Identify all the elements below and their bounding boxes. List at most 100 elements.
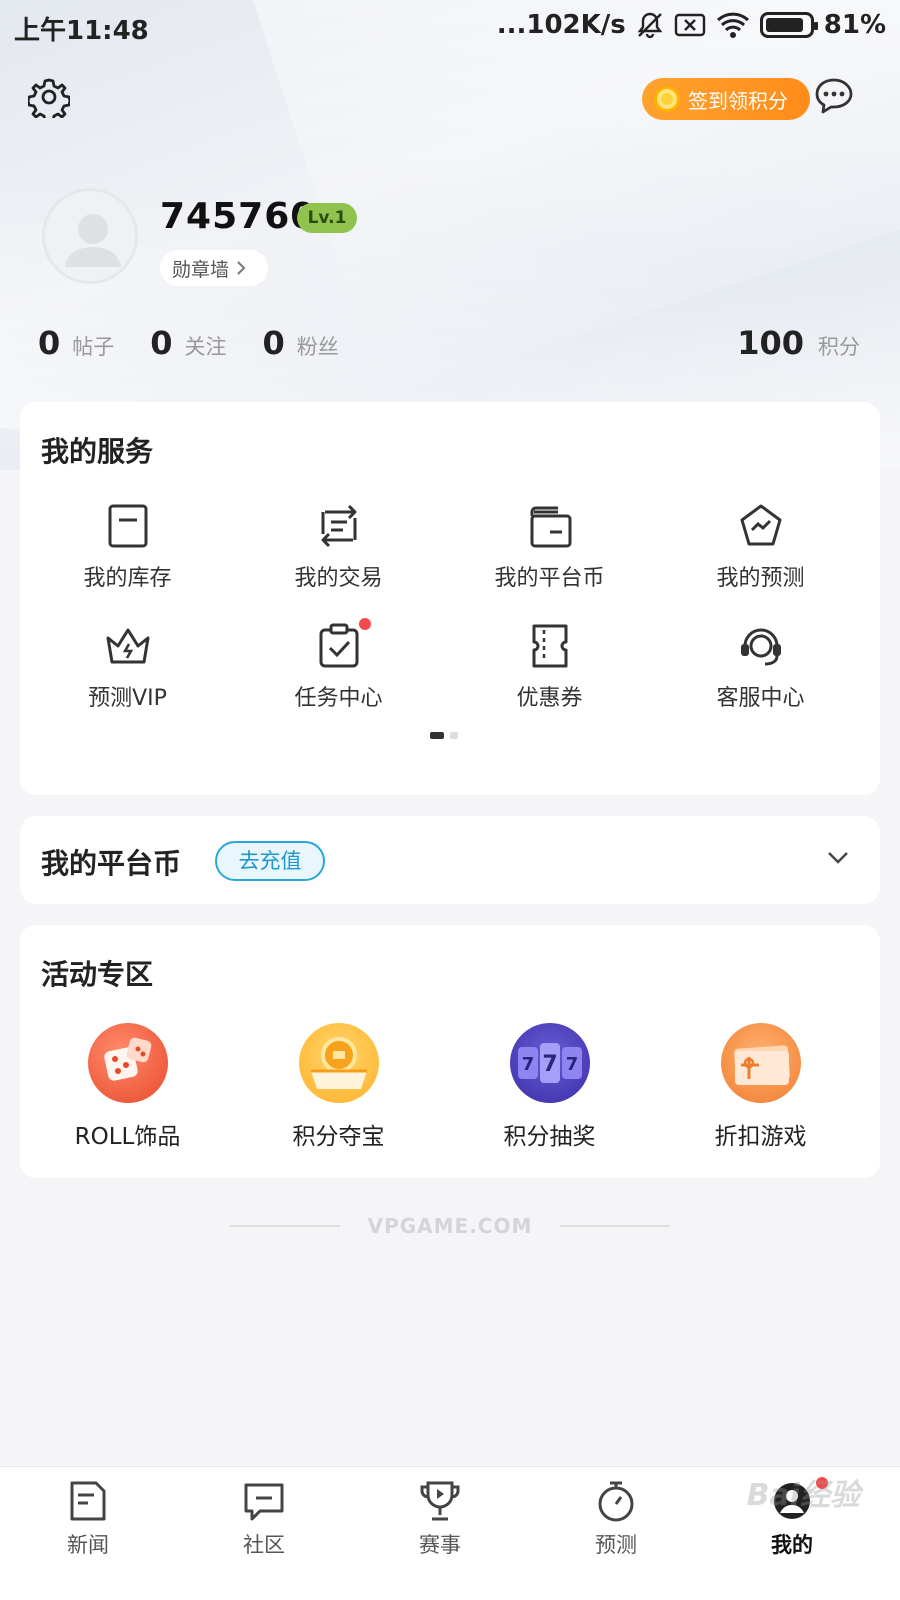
- service-label: 优惠券: [516, 686, 583, 711]
- stopwatch-icon: [598, 1481, 634, 1522]
- dice-icon: [87, 1023, 168, 1103]
- tab-news[interactable]: 新闻: [28, 1479, 148, 1559]
- task-icon: [319, 623, 358, 668]
- stat-value: 0: [150, 324, 173, 362]
- page-dot-active: [430, 732, 444, 739]
- tab-prediction[interactable]: 预测: [556, 1479, 676, 1559]
- checkin-label: 签到领积分: [688, 88, 788, 113]
- chevron-right-icon: [237, 261, 246, 275]
- slot-machine-icon: 777: [509, 1023, 590, 1103]
- inventory-icon: [108, 504, 147, 548]
- coupon-icon: [532, 624, 567, 668]
- wifi-icon: [716, 12, 749, 38]
- gift-card-icon: [720, 1023, 801, 1103]
- prediction-icon: [740, 504, 781, 546]
- message-icon[interactable]: [814, 76, 854, 116]
- news-icon: [70, 1481, 106, 1521]
- stat-value: 0: [262, 324, 285, 362]
- profile-stats: 0 帖子 0 关注 0 粉丝: [38, 324, 375, 362]
- mute-icon: [637, 12, 663, 39]
- svg-text:7: 7: [542, 1052, 557, 1077]
- watermark: Bai经验: [746, 1478, 860, 1513]
- service-label: 预测VIP: [88, 686, 167, 711]
- service-label: 我的平台币: [494, 566, 605, 591]
- stat-following[interactable]: 0 关注: [150, 324, 226, 362]
- tab-label: 新闻: [67, 1533, 109, 1557]
- services-title: 我的服务: [41, 435, 154, 468]
- service-task-center[interactable]: 任务中心: [231, 618, 446, 712]
- status-icons: ...102K/s 81%: [497, 10, 886, 40]
- points-label: 积分: [818, 335, 860, 359]
- crown-icon: [106, 628, 149, 664]
- recharge-button[interactable]: 去充值: [215, 841, 325, 881]
- battery-level: 81%: [823, 10, 886, 40]
- treasure-icon: [298, 1023, 379, 1103]
- services-page-indicator: [430, 732, 458, 739]
- tab-label: 我的: [771, 1533, 813, 1557]
- service-label: 客服中心: [716, 686, 805, 711]
- status-bar: 上午11:48 ...102K/s 81%: [0, 0, 900, 56]
- activity-points-lottery[interactable]: 777 积分抽奖: [442, 1023, 657, 1151]
- service-prediction-vip[interactable]: 预测VIP: [20, 622, 235, 712]
- activity-label: 积分抽奖: [503, 1124, 596, 1150]
- network-speed: ...102K/s: [496, 10, 626, 40]
- level-badge: Lv.1: [297, 203, 357, 233]
- service-label: 我的预测: [716, 566, 805, 591]
- battery-icon: [759, 12, 818, 38]
- services-card: 我的服务 我的库存 我的交易 我的平台币 我的预测 预测VIP 任务中心 优惠券…: [20, 402, 880, 795]
- service-label: 任务中心: [294, 686, 383, 711]
- stat-label: 粉丝: [296, 335, 339, 359]
- trophy-icon: [420, 1481, 460, 1521]
- platform-coin-title: 我的平台币: [41, 847, 182, 880]
- avatar[interactable]: [42, 188, 138, 284]
- service-label: 我的交易: [294, 566, 383, 591]
- service-prediction[interactable]: 我的预测: [653, 502, 868, 592]
- tab-community[interactable]: 社区: [204, 1479, 324, 1559]
- stat-followers[interactable]: 0 粉丝: [263, 324, 339, 362]
- status-time: 上午11:48: [14, 16, 149, 46]
- chevron-down-icon[interactable]: [826, 850, 850, 866]
- service-inventory[interactable]: 我的库存: [20, 502, 235, 592]
- brand-logo: VPGAME.COM: [367, 1214, 533, 1238]
- tab-label: 预测: [595, 1533, 637, 1557]
- activity-label: 积分夺宝: [292, 1124, 385, 1150]
- stat-posts[interactable]: 0 帖子: [38, 324, 114, 362]
- svg-text:7: 7: [565, 1054, 578, 1075]
- points-stat[interactable]: 100 积分: [737, 324, 860, 362]
- task-notification-dot: [359, 618, 371, 630]
- tab-matches[interactable]: 赛事: [380, 1479, 500, 1559]
- stat-label: 关注: [184, 335, 227, 359]
- points-value: 100: [737, 324, 804, 362]
- checkin-button[interactable]: 签到领积分: [642, 78, 810, 120]
- divider: [229, 1225, 340, 1227]
- settings-gear-icon[interactable]: [28, 76, 70, 118]
- activities-card: 活动专区 ROLL饰品 积分夺宝 777 积分抽奖 折扣游戏: [20, 925, 880, 1178]
- community-icon: [244, 1483, 284, 1521]
- svg-text:7: 7: [521, 1054, 534, 1075]
- username: 745760: [160, 196, 317, 237]
- service-coupon[interactable]: 优惠券: [442, 622, 657, 712]
- medal-wall-button[interactable]: 勋章墙: [160, 250, 268, 286]
- activity-label: ROLL饰品: [74, 1124, 181, 1150]
- tab-label: 社区: [243, 1533, 285, 1557]
- activity-discount-games[interactable]: 折扣游戏: [653, 1023, 868, 1151]
- activity-roll[interactable]: ROLL饰品: [20, 1023, 235, 1151]
- service-trade[interactable]: 我的交易: [231, 502, 446, 592]
- platform-coin-card[interactable]: 我的平台币 去充值: [20, 816, 880, 904]
- activity-label: 折扣游戏: [714, 1124, 807, 1150]
- no-sim-icon: [674, 13, 705, 37]
- stat-value: 0: [38, 324, 61, 362]
- wallet-icon: [530, 506, 571, 548]
- brand-footer: VPGAME.COM: [200, 1206, 700, 1246]
- service-label: 我的库存: [83, 566, 172, 591]
- divider: [560, 1225, 671, 1227]
- activities-title: 活动专区: [41, 958, 154, 991]
- service-customer-support[interactable]: 客服中心: [653, 622, 868, 712]
- headset-icon: [740, 628, 781, 666]
- trade-icon: [321, 504, 356, 548]
- service-platform-coin[interactable]: 我的平台币: [442, 502, 657, 592]
- coin-icon: [654, 86, 680, 112]
- activity-points-treasure[interactable]: 积分夺宝: [231, 1023, 446, 1151]
- tab-label: 赛事: [419, 1533, 461, 1557]
- medal-wall-label: 勋章墙: [172, 258, 230, 281]
